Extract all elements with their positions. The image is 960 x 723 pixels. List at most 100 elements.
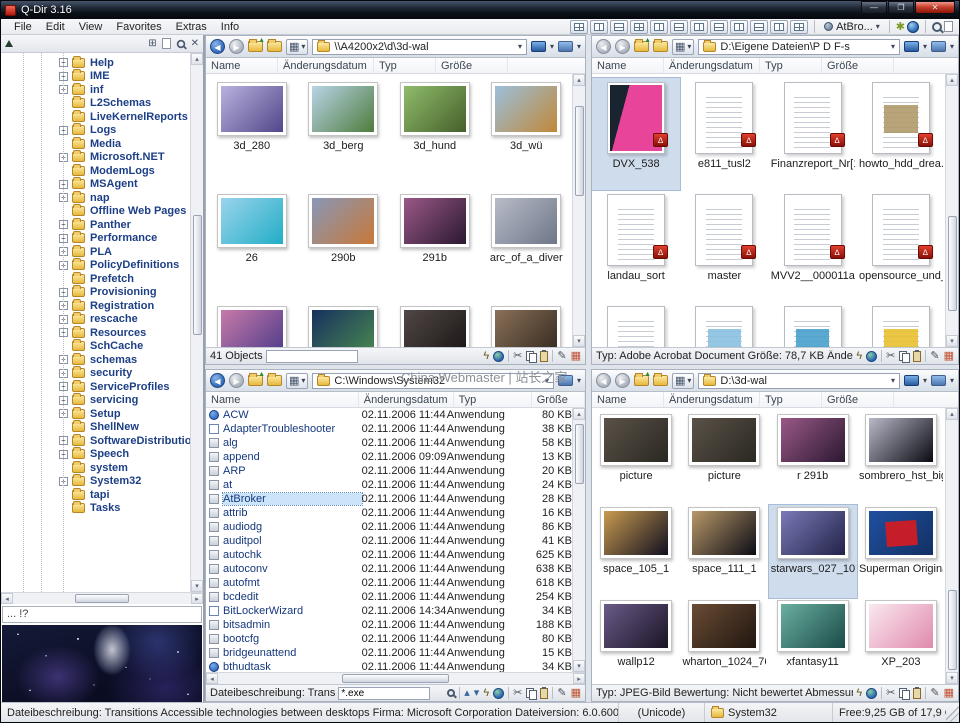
favorites-dropdown[interactable]: AtBro... ▾	[821, 21, 883, 33]
scroll-up-icon[interactable]: ▴	[946, 74, 958, 86]
file-row[interactable]: bitsadmin 02.11.2006 11:44 Anwendung 188 KB	[206, 618, 572, 632]
tree-item[interactable]: + PolicyDefinitions	[1, 258, 190, 273]
layout-button[interactable]	[630, 19, 649, 34]
monitor-icon[interactable]	[530, 41, 546, 52]
paste-icon[interactable]	[540, 349, 549, 362]
layout-button[interactable]	[750, 19, 769, 34]
forward-button[interactable]: ▶	[615, 373, 630, 388]
column-header[interactable]: Änderungsdatum	[664, 392, 760, 407]
pdf-thumbnail[interactable]: ∆ Finanzreport_Nr[1...	[769, 78, 857, 190]
scroll-thumb[interactable]	[192, 215, 202, 335]
back-button[interactable]: ◀	[596, 373, 611, 388]
tree-item[interactable]: + schemas	[1, 352, 190, 367]
menu-edit[interactable]: Edit	[39, 20, 72, 34]
layout-button[interactable]	[690, 19, 709, 34]
cut-icon[interactable]: ✂	[886, 350, 895, 362]
scroll-thumb[interactable]	[947, 590, 957, 670]
vertical-scrollbar[interactable]: ▴ ▾	[572, 74, 585, 347]
column-header[interactable]: Name	[592, 58, 664, 73]
file-row[interactable]: bthudtask 02.11.2006 11:44 Anwendung 34 KB	[206, 660, 572, 672]
file-thumbnail[interactable]: wallp12	[592, 598, 680, 684]
tree-item[interactable]: ModemLogs	[1, 163, 190, 178]
file-row[interactable]: bridgeunattend 02.11.2006 11:44 Anwendung 1…	[206, 646, 572, 660]
maximize-button[interactable]: ❐	[888, 1, 914, 14]
up-folder-button[interactable]	[248, 371, 265, 386]
close-button[interactable]: ✕	[915, 1, 955, 14]
forward-button[interactable]: ▶	[229, 373, 244, 388]
file-row[interactable]: ARP 02.11.2006 11:44 Anwendung 20 KB	[206, 464, 572, 478]
filter-input[interactable]	[265, 349, 358, 363]
world-icon[interactable]	[493, 350, 505, 362]
file-thumbnail[interactable]: space_111_1	[680, 505, 768, 598]
favorites-star-icon[interactable]: ✱	[896, 20, 905, 33]
column-header[interactable]: Typ	[454, 392, 532, 407]
pane-menu-icon[interactable]	[930, 41, 946, 52]
up-folder-button[interactable]	[634, 371, 651, 386]
tree-item[interactable]: + nap	[1, 190, 190, 205]
view-mode-button[interactable]: ▦ ▾	[672, 372, 695, 389]
edit-icon[interactable]: ✎	[930, 687, 939, 699]
tree-item[interactable]: + Performance	[1, 231, 190, 246]
scroll-down-icon[interactable]: ▾	[573, 335, 585, 347]
view-mode-button[interactable]: ▦ ▾	[286, 372, 309, 389]
file-thumbnail[interactable]: r 291b	[769, 412, 857, 505]
file-row[interactable]: ACW 02.11.2006 11:44 Anwendung 80 KB	[206, 408, 572, 422]
file-row[interactable]: bootcfg 02.11.2006 11:44 Anwendung 80 KB	[206, 632, 572, 646]
tree-item[interactable]: Prefetch	[1, 271, 190, 286]
file-thumbnail[interactable]: XP_203	[857, 598, 945, 684]
tree-item[interactable]: + ServiceProfiles	[1, 379, 190, 394]
tree-item[interactable]: + rescache	[1, 312, 190, 327]
tree-item[interactable]: + MSAgent	[1, 177, 190, 192]
filter-input[interactable]	[338, 686, 431, 700]
tree-item[interactable]: Tasks	[1, 501, 190, 516]
chevron-down-icon[interactable]: ▾	[545, 376, 549, 385]
tree-item[interactable]: + Panther	[1, 217, 190, 232]
file-thumbnail[interactable]	[389, 302, 481, 347]
edit-icon[interactable]: ✎	[557, 687, 566, 699]
tree-item[interactable]: system	[1, 460, 190, 475]
flash-icon[interactable]: ϟ	[483, 350, 489, 362]
search-icon[interactable]	[932, 21, 942, 32]
pdf-thumbnail[interactable]: ∆ landau_sort	[592, 190, 680, 302]
pdf-thumbnail[interactable]: ∆ howto_hdd_drea...	[857, 78, 945, 190]
file-row[interactable]: AdapterTroubleshooter 02.11.2006 11:44 Anw…	[206, 422, 572, 436]
pdf-thumbnail[interactable]: ∆	[680, 302, 768, 347]
menu-view[interactable]: View	[72, 20, 110, 34]
menu-file[interactable]: File	[7, 20, 39, 34]
scroll-up-icon[interactable]: ▴	[573, 408, 585, 420]
layout-button[interactable]	[670, 19, 689, 34]
tree-vertical-scrollbar[interactable]: ▴ ▾	[190, 53, 203, 592]
tree-item[interactable]: + Speech	[1, 447, 190, 462]
scroll-up-icon[interactable]: ▴	[946, 408, 958, 420]
file-thumbnail[interactable]: wharton_1024_768...	[680, 598, 768, 684]
file-thumbnail[interactable]: arc_of_a_diver	[481, 190, 573, 302]
tree-item[interactable]: + security	[1, 366, 190, 381]
tree-item[interactable]: LiveKernelReports	[1, 109, 190, 124]
file-thumbnail[interactable]: sombrero_hst_big	[857, 412, 945, 505]
find-icon[interactable]	[447, 689, 456, 697]
file-row[interactable]: audiodg 02.11.2006 11:44 Anwendung 86 KB	[206, 520, 572, 534]
file-thumbnail[interactable]	[206, 302, 298, 347]
tree-item[interactable]: L2Schemas	[1, 96, 190, 111]
chevron-down-icon[interactable]: ▾	[923, 376, 927, 385]
file-thumbnail[interactable]: starwars_027_1024	[767, 504, 858, 599]
file-thumbnail[interactable]: 26	[206, 190, 298, 302]
scroll-thumb[interactable]	[574, 106, 584, 196]
layout-button[interactable]	[730, 19, 749, 34]
scroll-thumb[interactable]	[574, 424, 584, 484]
scroll-thumb[interactable]	[342, 674, 449, 683]
file-row[interactable]: alg 02.11.2006 11:44 Anwendung 58 KB	[206, 436, 572, 450]
column-header[interactable]: Name	[206, 58, 278, 73]
file-row[interactable]: AtBroker 02.11.2006 11:44 Anwendung 28 KB	[206, 492, 572, 506]
tree-item[interactable]: + Setup	[1, 406, 190, 421]
file-thumbnail[interactable]	[298, 302, 390, 347]
tree-item[interactable]: + Microsoft.NET	[1, 150, 190, 165]
tree-close-icon[interactable]: ✕	[191, 38, 199, 49]
new-page-icon[interactable]	[161, 38, 171, 49]
vertical-scrollbar[interactable]: ▴ ▾	[572, 408, 585, 672]
page-icon[interactable]	[944, 21, 953, 32]
column-header[interactable]: Größe	[532, 392, 585, 407]
scroll-down-icon[interactable]: ▾	[946, 672, 958, 684]
globe-icon[interactable]	[907, 20, 919, 33]
scroll-up-icon[interactable]: ▴	[573, 74, 585, 86]
